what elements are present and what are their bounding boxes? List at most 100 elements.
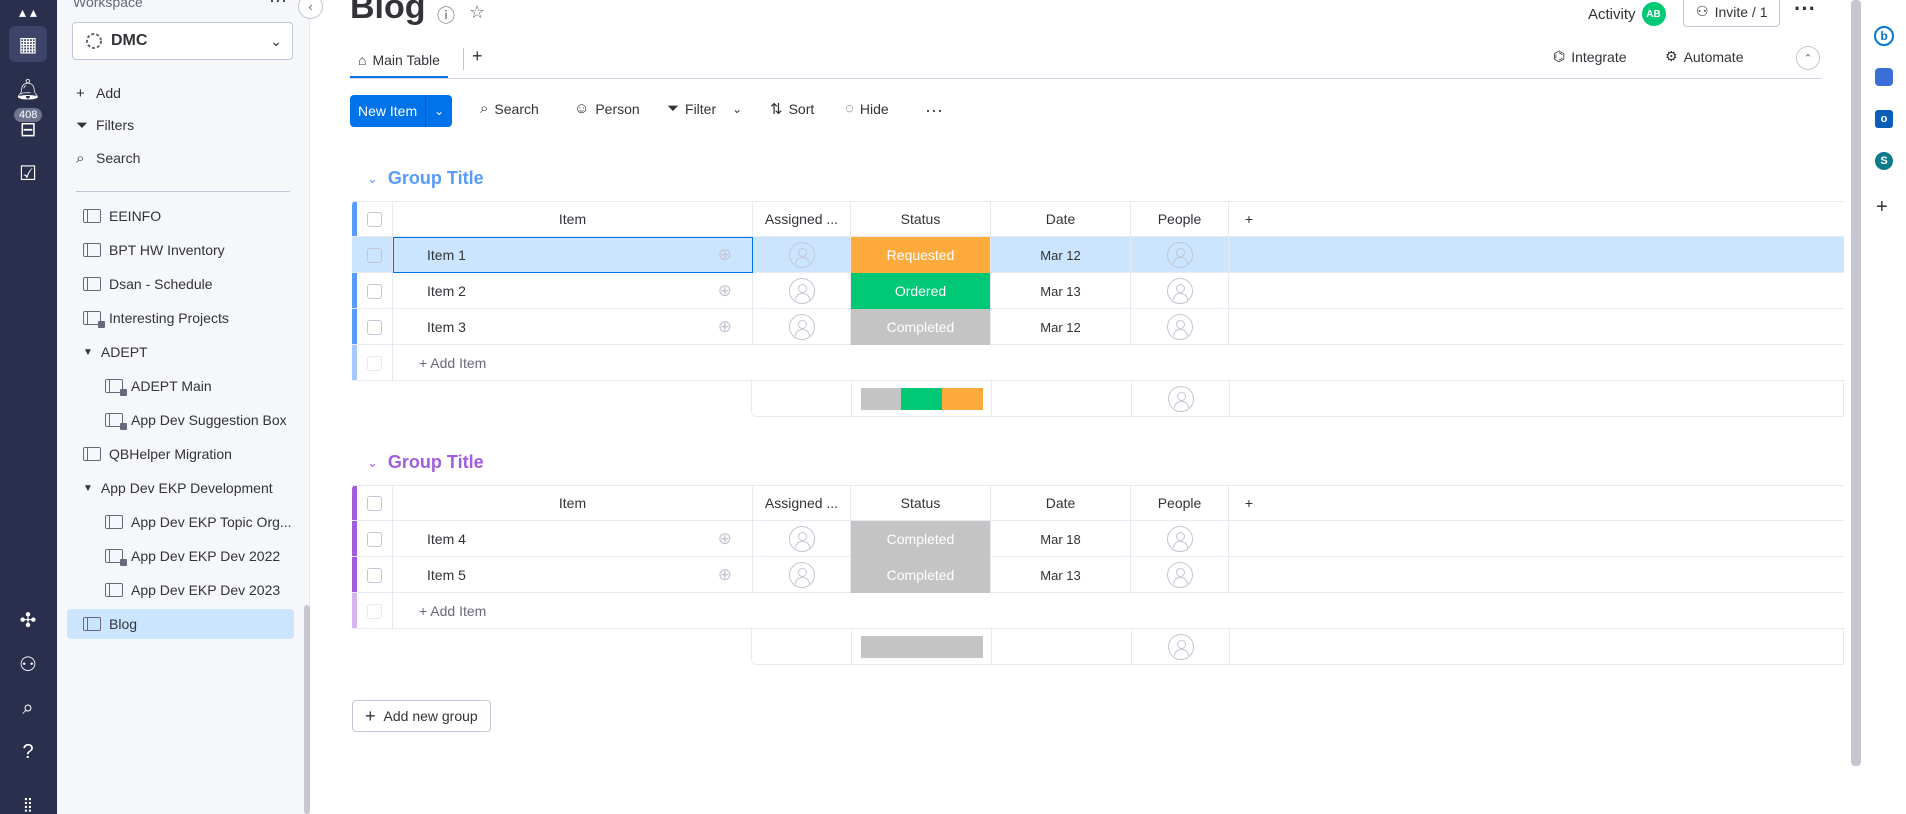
column-item[interactable]: Item [393,201,753,237]
date-cell[interactable]: Mar 12 [991,309,1131,345]
add-item-row[interactable]: + Add Item [352,345,1844,381]
group-title-label[interactable]: Group Title [388,168,484,189]
star-icon[interactable]: ☆ [469,2,485,23]
add-item-input[interactable]: + Add Item [393,593,1844,629]
new-item-button[interactable]: New Item ⌄ [350,95,453,127]
people-cell[interactable] [1131,237,1229,273]
add-view-button[interactable]: + [472,46,483,67]
outlook-icon[interactable]: o [1875,110,1893,128]
status-badge[interactable]: Requested [851,237,991,273]
add-update-icon[interactable]: ⊕ [718,245,732,265]
add-update-icon[interactable]: ⊕ [718,565,732,585]
tab-main-table[interactable]: ⌂ Main Table [350,44,448,78]
hide-button[interactable]: ◌ Hide [845,100,889,117]
workspace-selector[interactable]: DMC ⌄ [72,22,293,60]
group-title-1[interactable]: ⌄ Group Title [367,168,484,189]
sidebar-item-blog[interactable]: Blog [67,609,294,639]
sharepoint-icon[interactable]: S [1875,152,1893,170]
more-toolbar-icon[interactable]: ··· [925,100,943,121]
add-column-button[interactable]: + [1229,485,1269,521]
add-new-group-button[interactable]: + Add new group [352,700,491,732]
sort-button[interactable]: ⇅ Sort [770,100,814,118]
item-name[interactable]: Item 1 ⊕ [393,237,753,273]
row-checkbox[interactable] [357,557,393,593]
assigned-cell[interactable] [753,521,851,557]
row-checkbox[interactable] [357,237,393,273]
table-row[interactable]: Item 4 ⊕ Completed Mar 18 [352,521,1844,557]
assigned-cell[interactable] [753,557,851,593]
copilot-app-icon[interactable] [1875,68,1893,86]
assigned-cell[interactable] [753,237,851,273]
status-badge[interactable]: Completed [851,557,991,593]
add-column-button[interactable]: + [1229,201,1269,237]
my-work-icon[interactable]: ☑ [9,155,47,191]
filter-button[interactable]: ⏷ Filter ⌄ [667,100,742,117]
home-grid-icon[interactable]: ▦ [9,26,47,62]
sidebar-item-bpt-hw-inventory[interactable]: BPT HW Inventory [67,235,294,265]
sidebar-item-app-dev-ekp-topic-org[interactable]: App Dev EKP Topic Org... [67,507,294,537]
date-cell[interactable]: Mar 18 [991,521,1131,557]
people-cell[interactable] [1131,521,1229,557]
add-update-icon[interactable]: ⊕ [718,317,732,337]
chevron-down-icon[interactable]: ⌄ [426,95,453,127]
sidebar-folder-adept[interactable]: ▼ ADEPT [67,337,294,367]
column-date[interactable]: Date [991,201,1131,237]
row-checkbox[interactable] [357,521,393,557]
status-badge[interactable]: Completed [851,309,991,345]
add-item-input[interactable]: + Add Item [393,345,1844,381]
people-cell[interactable] [1131,273,1229,309]
board-title[interactable]: Blog [350,0,426,27]
status-summary[interactable] [852,629,992,664]
sidebar-folder-app-dev-ekp-development[interactable]: ▼ App Dev EKP Development [67,473,294,503]
add-item-row[interactable]: + Add Item [352,593,1844,629]
new-item-label[interactable]: New Item [350,95,427,127]
item-name[interactable]: Item 3 ⊕ [393,309,753,345]
invite-members-icon[interactable]: ⚇ [9,646,47,682]
select-all-checkbox[interactable] [357,485,393,521]
sidebar-item-app-dev-ekp-dev-2022[interactable]: App Dev EKP Dev 2022 [67,541,294,571]
column-people[interactable]: People [1131,485,1229,521]
collapse-sidebar-button[interactable]: ‹ [298,0,323,19]
people-cell[interactable] [1131,309,1229,345]
column-assigned[interactable]: Assigned ... [753,485,851,521]
search-icon[interactable]: ⌕ [9,690,47,726]
table-row[interactable]: Item 5 ⊕ Completed Mar 13 [352,557,1844,593]
add-update-icon[interactable]: ⊕ [718,529,732,549]
item-name[interactable]: Item 5 ⊕ [393,557,753,593]
table-row[interactable]: Item 1 ⊕ Requested Mar 12 [352,237,1844,273]
select-all-checkbox[interactable] [357,201,393,237]
chevron-down-icon[interactable]: ⌄ [732,102,742,116]
group-title-2[interactable]: ⌄ Group Title [367,452,484,473]
people-cell[interactable] [1131,557,1229,593]
invite-button[interactable]: ⚇ Invite / 1 [1683,0,1781,27]
sidebar-item-interesting-projects[interactable]: Interesting Projects [67,303,294,333]
add-update-icon[interactable]: ⊕ [718,281,732,301]
row-checkbox[interactable] [357,273,393,309]
sidebar-item-app-dev-ekp-dev-2023[interactable]: App Dev EKP Dev 2023 [67,575,294,605]
filters-action[interactable]: ⏷ Filters [76,114,134,136]
activity-button[interactable]: Activity AB [1588,2,1666,26]
sidebar-item-eeinfo[interactable]: EEINFO [67,201,294,231]
bing-icon[interactable]: b [1874,26,1894,46]
column-date[interactable]: Date [991,485,1131,521]
table-row[interactable]: Item 2 ⊕ Ordered Mar 13 [352,273,1844,309]
date-cell[interactable]: Mar 12 [991,237,1131,273]
apps-puzzle-icon[interactable]: ✣ [9,602,47,638]
automate-button[interactable]: ⚙ Automate [1665,48,1744,65]
sidebar-item-app-dev-suggestion-box[interactable]: App Dev Suggestion Box [67,405,294,435]
sidebar-scrollbar[interactable] [304,605,310,814]
status-summary[interactable] [852,381,992,416]
status-badge[interactable]: Ordered [851,273,991,309]
main-scrollbar[interactable] [1851,0,1861,766]
date-cell[interactable]: Mar 13 [991,557,1131,593]
collapse-header-button[interactable]: ⌃ [1796,46,1820,70]
add-action[interactable]: + Add [76,82,121,104]
search-button[interactable]: ⌕ Search [480,100,539,117]
assigned-cell[interactable] [753,309,851,345]
people-summary[interactable] [1132,381,1230,416]
search-action[interactable]: ⌕ Search [76,147,140,169]
person-filter-button[interactable]: ☺ Person [574,100,640,117]
column-status[interactable]: Status [851,201,991,237]
add-app-icon[interactable]: + [1876,196,1888,219]
assigned-cell[interactable] [753,273,851,309]
